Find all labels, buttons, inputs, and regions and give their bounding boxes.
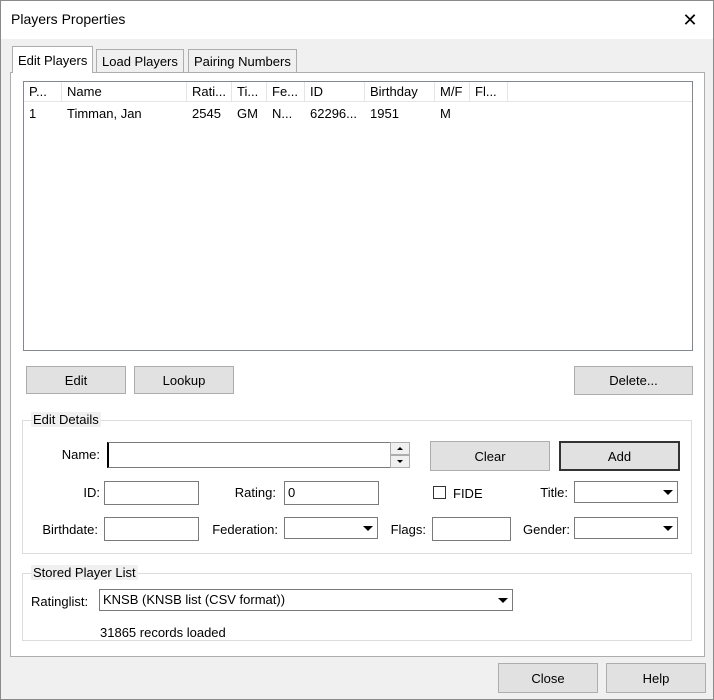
fide-label: FIDE xyxy=(453,486,483,501)
flags-input[interactable] xyxy=(432,517,511,541)
column-header-rating[interactable]: Rati... xyxy=(187,82,232,102)
column-header-flags[interactable]: Fl... xyxy=(470,82,508,102)
edit-button[interactable]: Edit xyxy=(26,366,126,394)
tab-pairing-numbers[interactable]: Pairing Numbers xyxy=(188,49,297,72)
gender-combobox[interactable] xyxy=(574,517,678,539)
spin-up-icon[interactable] xyxy=(390,442,410,455)
rating-input[interactable]: 0 xyxy=(284,481,379,505)
title-bar: Players Properties ✕ xyxy=(1,1,713,39)
player-list[interactable]: P... Name Rati... Ti... Fe... ID Birthda… xyxy=(23,81,693,351)
close-button[interactable]: Close xyxy=(498,663,598,693)
federation-label: Federation: xyxy=(212,522,278,537)
birthdate-input[interactable] xyxy=(104,517,199,541)
tab-label: Pairing Numbers xyxy=(194,53,291,69)
cell-pairing: 1 xyxy=(29,106,37,121)
id-input[interactable] xyxy=(104,481,199,505)
birthdate-label: Birthdate: xyxy=(42,522,98,537)
cell-federation: N... xyxy=(272,106,293,121)
players-properties-window: Players Properties ✕ Edit Players Load P… xyxy=(0,0,714,700)
close-icon[interactable]: ✕ xyxy=(667,1,713,39)
name-label: Name: xyxy=(61,447,100,462)
records-loaded-status: 31865 records loaded xyxy=(100,625,226,640)
ratinglist-label: Ratinglist: xyxy=(31,594,89,609)
column-header-pairing[interactable]: P... xyxy=(24,82,62,102)
chevron-down-icon[interactable] xyxy=(494,590,512,610)
tab-label: Edit Players xyxy=(18,52,88,68)
delete-button[interactable]: Delete... xyxy=(574,366,693,395)
lookup-button[interactable]: Lookup xyxy=(134,366,234,394)
spin-down-icon[interactable] xyxy=(390,455,410,468)
column-header-gender[interactable]: M/F xyxy=(435,82,470,102)
cell-gender: M xyxy=(440,106,451,121)
title-label: Title: xyxy=(540,485,568,500)
title-combobox[interactable] xyxy=(574,481,678,503)
tab-label: Load Players xyxy=(102,53,178,69)
column-header-birthday[interactable]: Birthday xyxy=(365,82,435,102)
ratinglist-value: KNSB (KNSB list (CSV format)) xyxy=(103,592,286,607)
stored-player-list-legend: Stored Player List xyxy=(31,565,138,580)
federation-combobox[interactable] xyxy=(284,517,378,539)
column-header-name[interactable]: Name xyxy=(62,82,187,102)
window-title: Players Properties xyxy=(11,11,126,27)
column-header-id[interactable]: ID xyxy=(305,82,365,102)
chevron-down-icon[interactable] xyxy=(659,482,677,502)
cell-id: 62296... xyxy=(310,106,357,121)
chevron-down-icon[interactable] xyxy=(359,518,377,538)
help-button[interactable]: Help xyxy=(606,663,706,693)
ratinglist-combobox[interactable]: KNSB (KNSB list (CSV format)) xyxy=(99,589,513,611)
add-button[interactable]: Add xyxy=(559,441,680,471)
gender-label: Gender: xyxy=(523,522,570,537)
list-header: P... Name Rati... Ti... Fe... ID Birthda… xyxy=(24,82,692,102)
table-row[interactable]: 1 Timman, Jan 2545 GM N... 62296... 1951… xyxy=(24,104,692,124)
cell-title: GM xyxy=(237,106,258,121)
tab-load-players[interactable]: Load Players xyxy=(96,49,184,72)
edit-details-legend: Edit Details xyxy=(31,412,101,427)
clear-button[interactable]: Clear xyxy=(430,441,550,471)
column-header-title[interactable]: Ti... xyxy=(232,82,267,102)
fide-checkbox[interactable] xyxy=(433,486,446,499)
name-input[interactable] xyxy=(107,442,391,468)
cell-birthday: 1951 xyxy=(370,106,399,121)
cell-rating: 2545 xyxy=(192,106,221,121)
chevron-down-icon[interactable] xyxy=(659,518,677,538)
tab-edit-players[interactable]: Edit Players xyxy=(12,46,94,73)
rating-label: Rating: xyxy=(234,485,276,500)
id-label: ID: xyxy=(83,485,100,500)
column-header-federation[interactable]: Fe... xyxy=(267,82,305,102)
cell-name: Timman, Jan xyxy=(67,106,142,121)
name-spinner[interactable] xyxy=(390,442,410,468)
flags-label: Flags: xyxy=(390,522,426,537)
